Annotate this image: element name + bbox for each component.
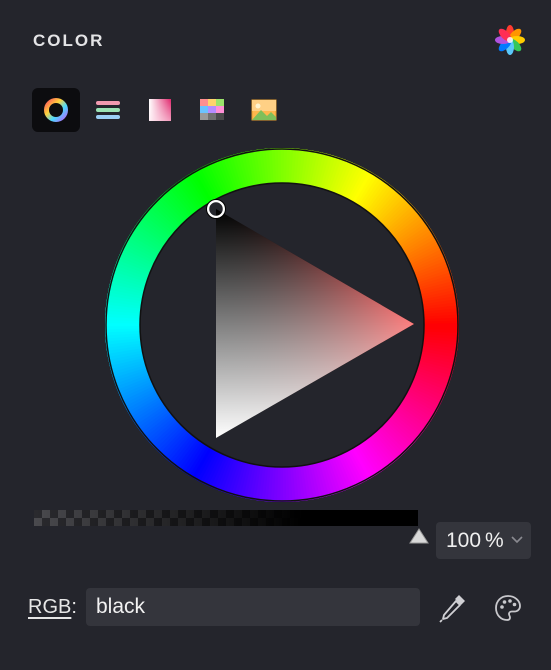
opacity-dropdown[interactable]: 100 % <box>436 522 531 559</box>
color-swatches-icon <box>200 99 224 120</box>
tab-image-picker[interactable] <box>240 88 288 132</box>
eyedropper-icon[interactable] <box>438 592 468 624</box>
tab-color-wheel[interactable] <box>32 88 80 132</box>
chevron-down-icon <box>511 536 523 544</box>
color-wheel-icon <box>44 98 68 122</box>
saturation-brightness-triangle[interactable] <box>216 209 414 438</box>
color-format-label[interactable]: RGB: <box>28 596 77 619</box>
tab-color-sliders[interactable] <box>84 88 132 132</box>
color-gradient-icon <box>149 99 171 121</box>
tab-color-swatches[interactable] <box>188 88 236 132</box>
opacity-value: 100 <box>446 528 482 552</box>
tab-color-gradient[interactable] <box>136 88 184 132</box>
panel-title: COLOR <box>33 31 105 50</box>
opacity-slider-handle[interactable] <box>409 528 429 544</box>
hue-wheel-picker[interactable] <box>105 148 459 502</box>
color-sliders-icon <box>96 101 120 119</box>
opacity-unit: % <box>485 528 504 552</box>
palette-icon[interactable] <box>494 594 522 622</box>
opacity-slider[interactable] <box>34 510 418 526</box>
image-picker-icon <box>251 99 277 121</box>
color-value-input[interactable] <box>86 588 420 626</box>
multicolor-flower-icon[interactable] <box>494 24 526 56</box>
